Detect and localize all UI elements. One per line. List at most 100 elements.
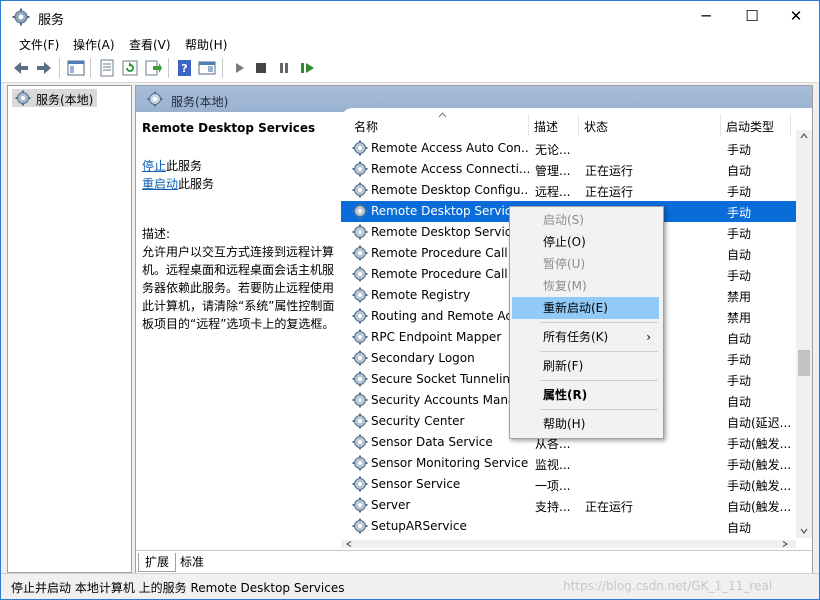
context-menu-label: 重新启动(E)	[543, 301, 608, 315]
vertical-scrollbar[interactable]	[796, 130, 812, 538]
submenu-arrow-icon: ›	[646, 330, 651, 344]
pane-header-title: 服务(本地)	[171, 95, 229, 109]
table-row[interactable]: Server 支持... 正在运行 自动(触发...	[341, 495, 796, 516]
tree-item-services-local[interactable]: 服务(本地)	[12, 89, 97, 107]
scroll-down-arrow-icon[interactable]	[800, 528, 808, 534]
service-gear-icon	[352, 434, 368, 450]
context-menu-item[interactable]: 属性(R)	[512, 384, 659, 406]
minimize-button[interactable]: ─	[683, 1, 729, 32]
column-divider[interactable]	[790, 114, 791, 136]
service-name: Sensor Monitoring Service	[371, 456, 529, 470]
table-row[interactable]: Sensor Service 一项... 手动(触发...	[341, 474, 796, 495]
context-menu-item[interactable]: 帮助(H)	[512, 413, 659, 435]
services-gear-icon	[12, 8, 30, 26]
service-startup-type: 禁用	[727, 290, 752, 304]
sort-ascending-icon	[438, 112, 447, 118]
description-label: 描述:	[142, 227, 171, 241]
menu-help[interactable]: 帮助(H)	[185, 36, 227, 53]
menu-action[interactable]: 操作(A)	[73, 36, 115, 53]
table-row[interactable]: Sensor Monitoring Service 监视... 手动(触发...	[341, 453, 796, 474]
stop-service-suffix: 此服务	[166, 159, 203, 173]
service-name: Secondary Logon	[371, 351, 475, 365]
view-tabs: 扩展 标准	[136, 550, 812, 573]
scroll-right-arrow-icon[interactable]	[782, 541, 788, 547]
context-menu-separator	[540, 322, 658, 323]
column-headers: 名称 描述 状态 启动类型	[341, 108, 812, 138]
column-divider[interactable]	[578, 114, 579, 136]
service-gear-icon	[352, 182, 368, 198]
pause-service-icon[interactable]	[275, 59, 293, 77]
column-header-startup-type[interactable]: 启动类型	[726, 118, 774, 135]
show-hide-action-pane-icon[interactable]	[198, 59, 216, 77]
console-tree-icon[interactable]	[67, 59, 85, 77]
forward-arrow-icon[interactable]	[35, 59, 53, 77]
service-name: Remote Access Connecti...	[371, 162, 529, 176]
description-text: 允许用户以交互方式连接到远程计算机。远程桌面和远程桌面会话主机服务器依赖此服务。…	[142, 245, 335, 331]
service-name: Remote Desktop Services	[371, 204, 526, 218]
context-menu-item[interactable]: 恢复(M)	[512, 275, 659, 297]
refresh-icon[interactable]	[121, 59, 139, 77]
context-menu-item[interactable]: 停止(O)	[512, 231, 659, 253]
context-menu-separator	[540, 380, 658, 381]
vertical-scroll-thumb[interactable]	[798, 350, 810, 376]
context-menu-item[interactable]: 启动(S)	[512, 209, 659, 231]
service-status: 正在运行	[585, 185, 634, 199]
column-divider[interactable]	[720, 114, 721, 136]
context-menu-item[interactable]: 所有任务(K) ›	[512, 326, 659, 348]
service-gear-icon	[352, 413, 368, 429]
menu-file[interactable]: 文件(F)	[19, 36, 59, 53]
column-header-status[interactable]: 状态	[584, 118, 608, 135]
service-startup-type: 手动(触发...	[727, 437, 792, 451]
selected-service-title: Remote Desktop Services	[142, 121, 316, 135]
tree-item-label: 服务(本地)	[36, 93, 94, 107]
table-row[interactable]: Remote Access Auto Con... 无论... 手动	[341, 138, 796, 159]
stop-service-link[interactable]: 停止	[142, 159, 166, 173]
service-gear-icon	[352, 371, 368, 387]
table-row[interactable]: SetupARService 自动	[341, 516, 796, 537]
horizontal-scrollbar[interactable]	[341, 540, 796, 548]
column-header-description[interactable]: 描述	[534, 118, 558, 135]
context-menu-item[interactable]: 重新启动(E)	[512, 297, 659, 319]
help-icon[interactable]: ?	[176, 59, 194, 77]
context-menu-separator	[540, 351, 658, 352]
service-startup-type: 手动	[727, 185, 752, 199]
service-gear-icon	[352, 392, 368, 408]
column-divider[interactable]	[528, 114, 529, 136]
toolbar-divider	[222, 58, 223, 78]
back-arrow-icon[interactable]	[12, 59, 30, 77]
restart-service-icon[interactable]	[298, 59, 316, 77]
close-button[interactable]: ✕	[773, 1, 819, 32]
service-name: Routing and Remote Ac	[371, 309, 512, 323]
service-name: Security Center	[371, 414, 465, 428]
tab-standard[interactable]: 标准	[174, 553, 210, 571]
service-gear-icon	[352, 245, 368, 261]
service-gear-icon	[352, 203, 368, 219]
context-menu-separator	[540, 409, 658, 410]
svg-text:?: ?	[181, 62, 187, 75]
service-startup-type: 自动(延迟...	[727, 416, 792, 430]
scroll-up-arrow-icon[interactable]	[800, 133, 808, 139]
restart-service-line: 重启动此服务	[142, 175, 214, 192]
context-menu-label: 属性(R)	[543, 388, 588, 402]
properties-sheet-icon[interactable]	[98, 59, 116, 77]
title-bar: 服务 ─ ☐ ✕	[1, 1, 819, 32]
table-row[interactable]: Remote Access Connecti... 管理... 正在运行 自动	[341, 159, 796, 180]
service-description: 无论...	[535, 143, 571, 157]
service-gear-icon	[352, 266, 368, 282]
service-startup-type: 手动	[727, 269, 752, 283]
restart-service-link[interactable]: 重启动	[142, 177, 178, 191]
tab-extended[interactable]: 扩展	[138, 553, 177, 572]
service-gear-icon	[352, 224, 368, 240]
start-service-icon[interactable]	[230, 59, 248, 77]
service-description: 支持...	[535, 500, 571, 514]
service-startup-type: 禁用	[727, 311, 752, 325]
menu-view[interactable]: 查看(V)	[129, 36, 171, 53]
table-row[interactable]: Remote Desktop Configu... 远程... 正在运行 手动	[341, 180, 796, 201]
export-list-icon[interactable]	[144, 59, 162, 77]
column-header-name[interactable]: 名称	[354, 118, 378, 135]
context-menu-item[interactable]: 刷新(F)	[512, 355, 659, 377]
scroll-left-arrow-icon[interactable]	[346, 541, 352, 547]
maximize-button[interactable]: ☐	[729, 1, 775, 32]
context-menu-item[interactable]: 暂停(U)	[512, 253, 659, 275]
stop-service-icon[interactable]	[252, 59, 270, 77]
